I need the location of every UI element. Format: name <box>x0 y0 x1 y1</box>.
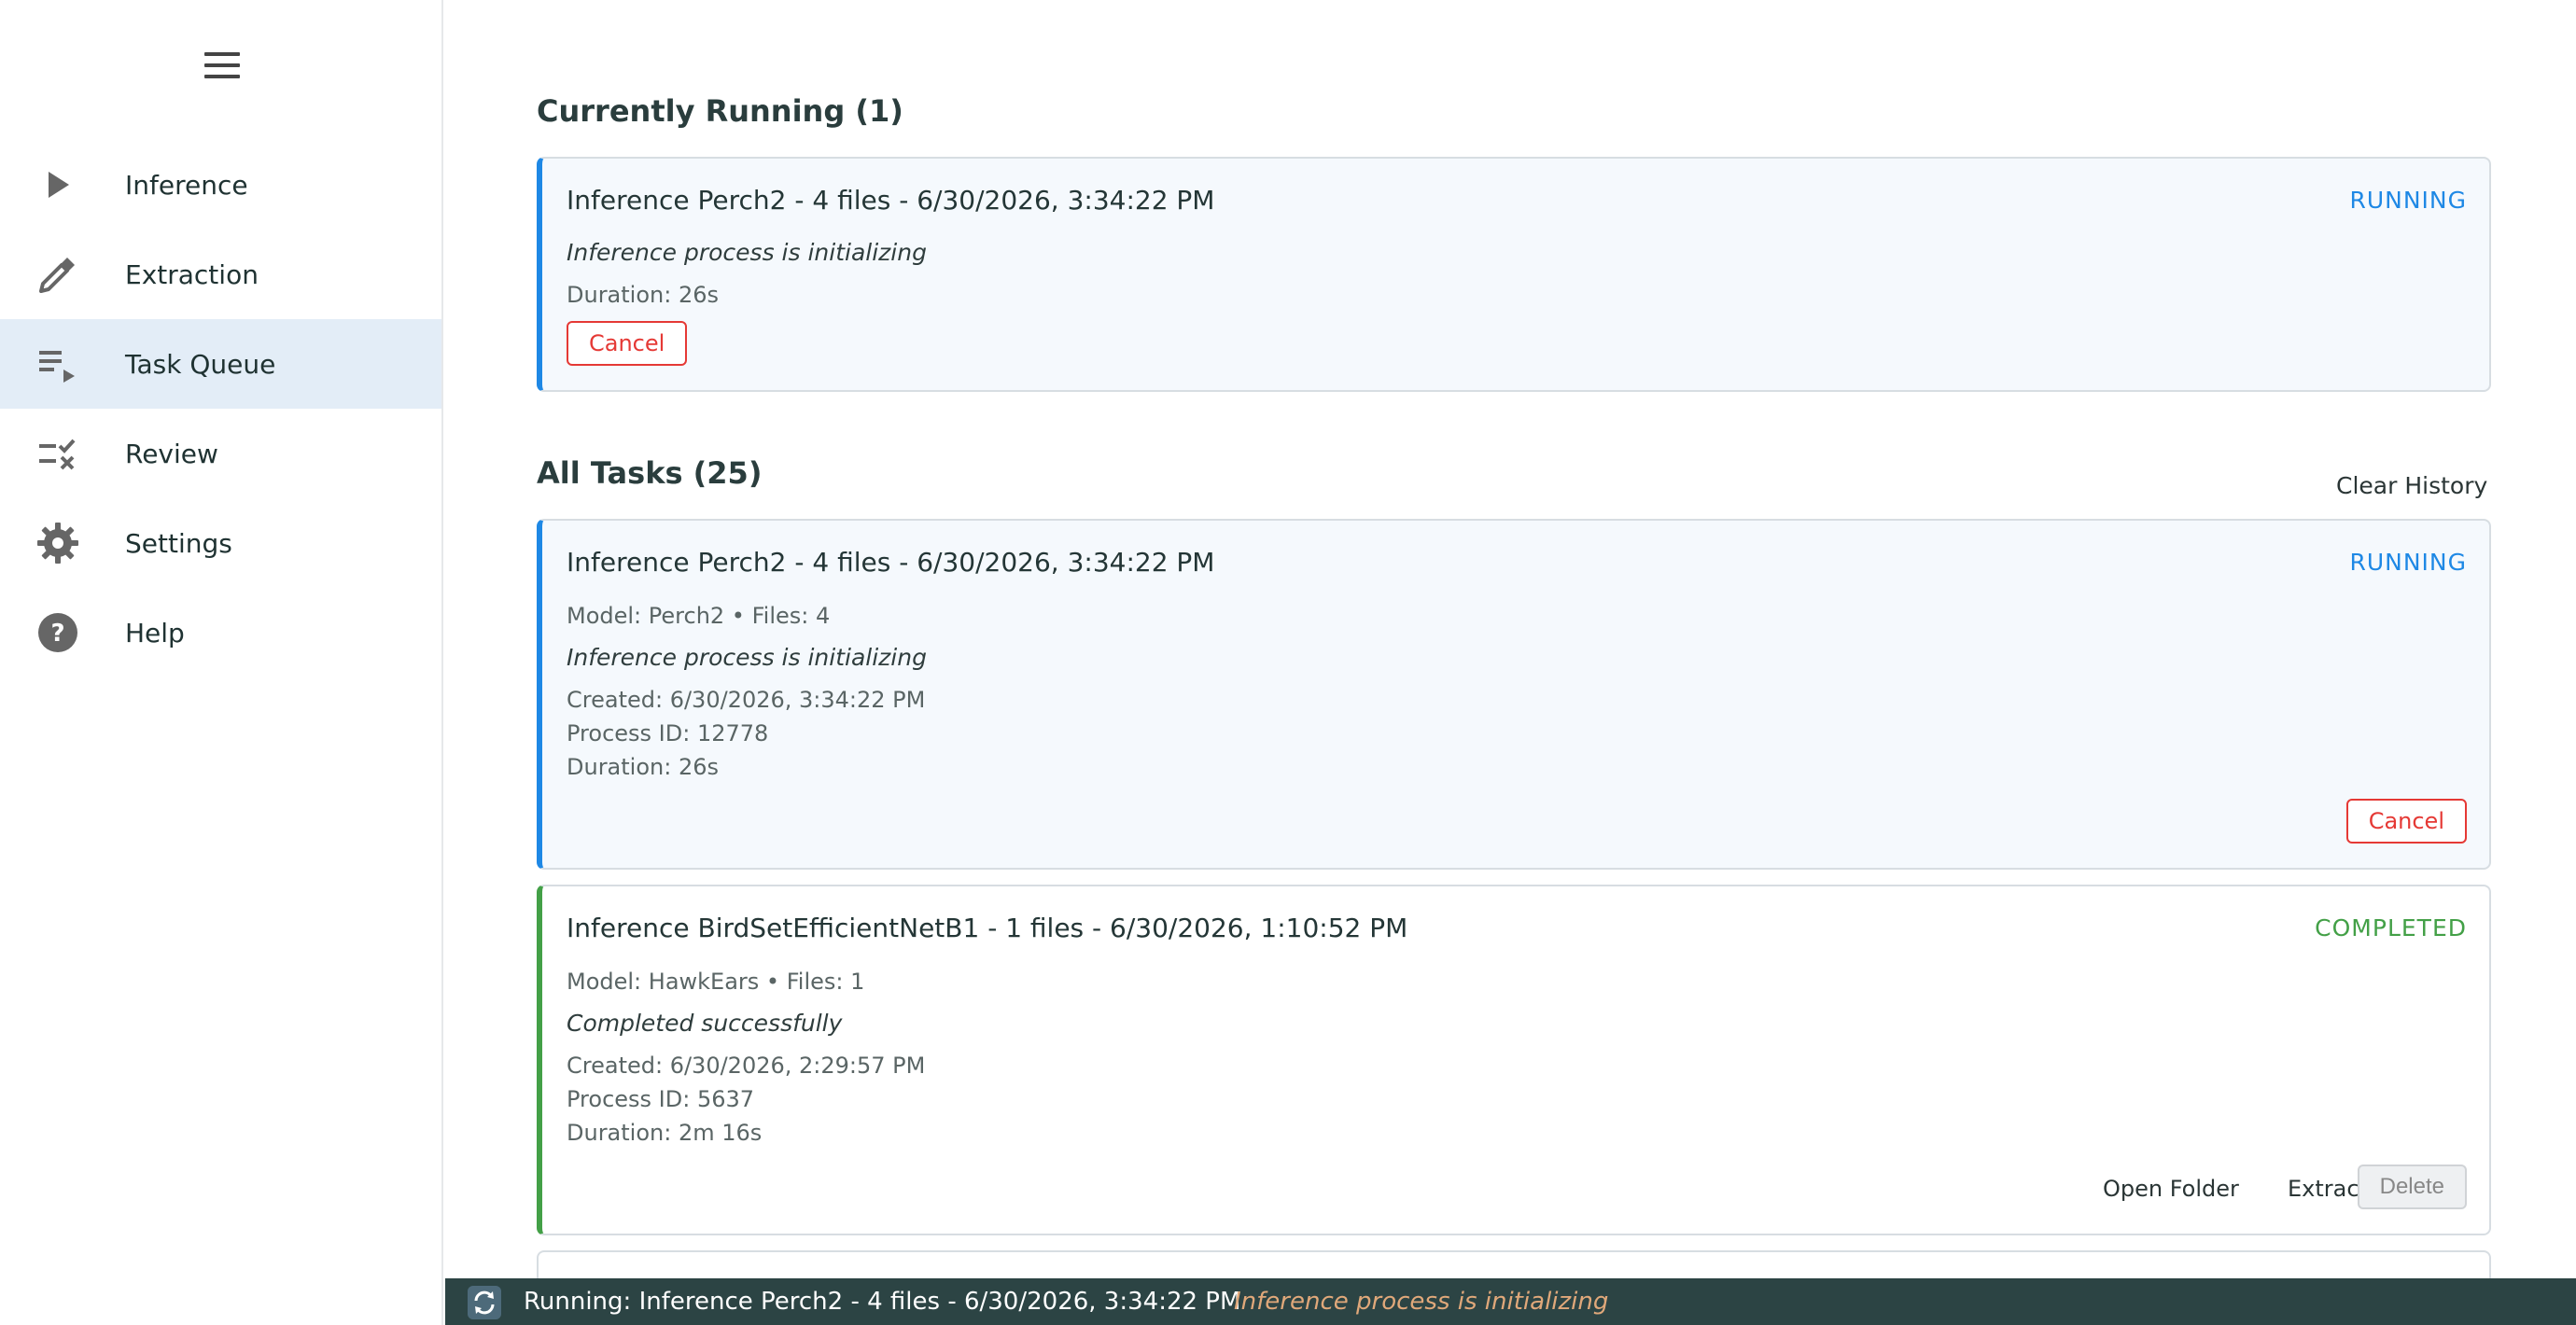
task-duration: Duration: 26s <box>567 282 719 308</box>
sidebar-item-inference[interactable]: Inference <box>0 140 441 230</box>
sync-icon <box>468 1286 501 1319</box>
task-model-files: Model: Perch2 • Files: 4 <box>567 603 831 629</box>
task-model-files: Model: HawkEars • Files: 1 <box>567 969 865 995</box>
svg-text:?: ? <box>50 620 64 648</box>
sidebar-item-help[interactable]: ? Help <box>0 588 441 677</box>
task-message: Inference process is initializing <box>567 644 927 671</box>
review-check-icon <box>39 439 76 470</box>
sidebar-item-settings[interactable]: Settings <box>0 498 441 588</box>
sidebar-item-label: Review <box>125 438 218 469</box>
task-title: Inference Perch2 - 4 files - 6/30/2026, … <box>567 185 1215 216</box>
main-content: Currently Running (1) Inference Perch2 -… <box>443 0 2576 1278</box>
delete-button[interactable]: Delete <box>2357 1165 2467 1209</box>
task-duration: Duration: 2m 16s <box>567 1120 763 1146</box>
status-bar-text: Running: Inference Perch2 - 4 files - 6/… <box>524 1288 1241 1316</box>
status-badge: COMPLETED <box>2315 914 2467 941</box>
help-icon: ? <box>38 613 77 652</box>
play-icon <box>49 172 69 198</box>
sidebar-item-label: Extraction <box>125 258 259 290</box>
task-message: Completed successfully <box>567 1010 843 1037</box>
task-card: Inference Perch2 - 4 files - 6/30/2026, … <box>537 519 2491 870</box>
task-process-id: Process ID: 5637 <box>567 1086 755 1112</box>
task-title: Inference Perch2 - 4 files - 6/30/2026, … <box>567 547 1215 578</box>
gear-icon <box>37 523 78 564</box>
status-badge: RUNNING <box>2349 549 2467 576</box>
sidebar: Inference Extraction Task Queue Review S… <box>0 0 443 1325</box>
status-badge: RUNNING <box>2349 187 2467 214</box>
task-card: Inference BirdSetEfficientNetB1 - 1 file… <box>537 885 2491 1235</box>
sidebar-item-review[interactable]: Review <box>0 409 441 498</box>
task-card-partial <box>537 1250 2491 1278</box>
task-process-id: Process ID: 12778 <box>567 720 769 746</box>
task-created: Created: 6/30/2026, 3:34:22 PM <box>567 687 926 713</box>
all-tasks-title: All Tasks (25) <box>537 455 763 491</box>
pipette-icon <box>39 258 75 293</box>
sidebar-nav: Inference Extraction Task Queue Review S… <box>0 140 441 677</box>
cancel-button[interactable]: Cancel <box>567 321 688 366</box>
status-bar: Running: Inference Perch2 - 4 files - 6/… <box>445 1278 2576 1325</box>
open-folder-button[interactable]: Open Folder <box>2103 1176 2239 1202</box>
sidebar-item-label: Settings <box>125 527 232 559</box>
currently-running-title: Currently Running (1) <box>537 93 903 129</box>
queue-play-icon <box>39 351 75 383</box>
running-task-card: Inference Perch2 - 4 files - 6/30/2026, … <box>537 157 2491 392</box>
menu-icon[interactable] <box>204 50 240 80</box>
cancel-button[interactable]: Cancel <box>2345 799 2467 844</box>
status-bar-message: Inference process is initializing <box>1234 1288 1609 1316</box>
task-message: Inference process is initializing <box>567 239 927 266</box>
sidebar-item-task-queue[interactable]: Task Queue <box>0 319 441 409</box>
sidebar-item-label: Task Queue <box>125 348 276 380</box>
sidebar-item-extraction[interactable]: Extraction <box>0 230 441 319</box>
sidebar-item-label: Inference <box>125 169 248 201</box>
task-title: Inference BirdSetEfficientNetB1 - 1 file… <box>567 913 1408 943</box>
sidebar-item-label: Help <box>125 617 185 649</box>
task-created: Created: 6/30/2026, 2:29:57 PM <box>567 1053 926 1079</box>
task-duration: Duration: 26s <box>567 754 719 780</box>
clear-history-button[interactable]: Clear History <box>2336 472 2487 499</box>
